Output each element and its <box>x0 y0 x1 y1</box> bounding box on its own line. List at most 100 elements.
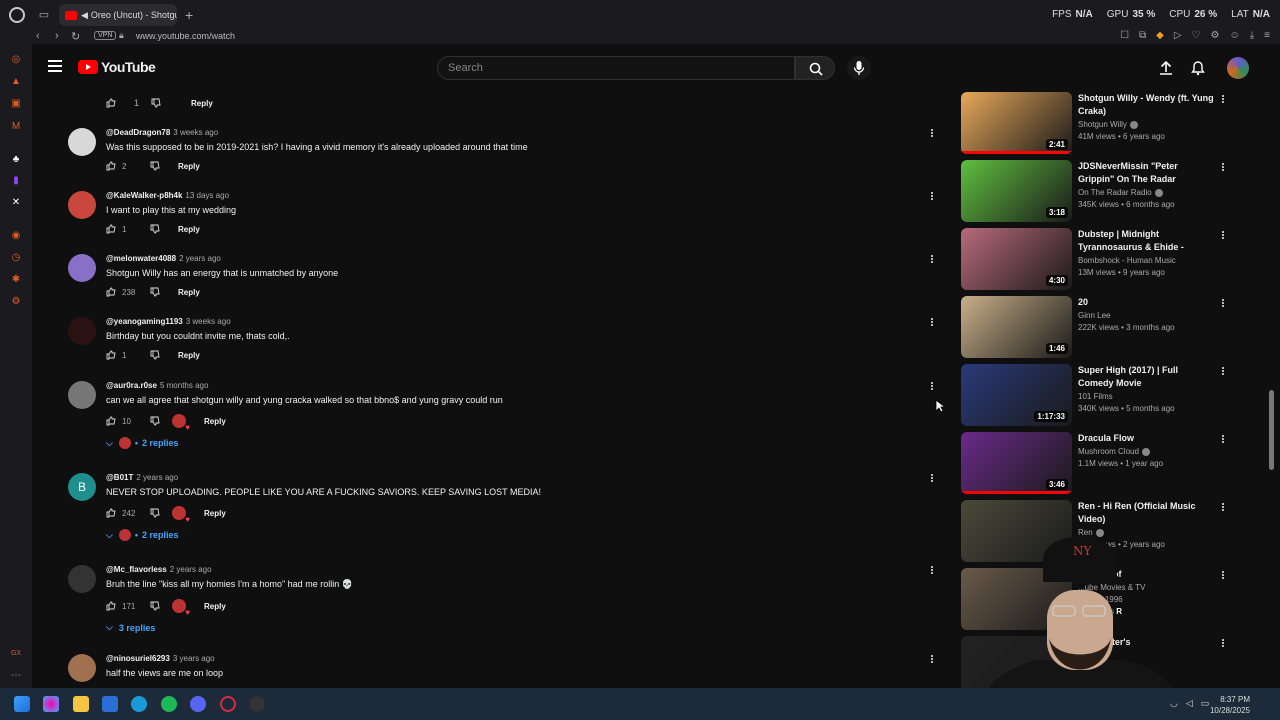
comment-author[interactable]: @KaleWalker-p8h4k <box>106 191 182 200</box>
new-tab-button[interactable]: + <box>185 7 193 23</box>
video-title[interactable]: JDSNeverMissin "Peter Grippin" On The Ra… <box>1078 160 1216 186</box>
channel-name[interactable]: Mushroom Cloud <box>1078 447 1139 456</box>
battery-icon[interactable]: ▭ <box>1201 698 1210 709</box>
video-more-icon[interactable] <box>1221 638 1225 650</box>
video-title[interactable]: Dubstep | Midnight Tyrannosaurus & Ehide… <box>1078 228 1216 254</box>
sidebar-history-icon[interactable]: ◷ <box>10 252 22 264</box>
sidebar-messenger-icon[interactable]: M <box>10 121 22 133</box>
thumbs-down-icon[interactable] <box>150 508 160 518</box>
sidebar-player-icon[interactable]: ◉ <box>10 230 22 242</box>
discord-icon[interactable] <box>190 696 206 712</box>
reply-button[interactable]: Reply <box>178 288 200 297</box>
comment-time[interactable]: 2 years ago <box>170 565 212 574</box>
tab-workspaces-icon[interactable]: ▭ <box>37 8 51 22</box>
thumbs-up-icon[interactable] <box>106 161 116 171</box>
commenter-avatar[interactable]: B <box>68 473 96 501</box>
comment-time[interactable]: 2 years ago <box>136 473 178 482</box>
download-icon[interactable]: ⤓ <box>1250 30 1254 41</box>
reply-button[interactable]: Reply <box>178 162 200 171</box>
browser-tab-active[interactable]: ◀ Oreo (Uncut) - Shotgu <box>59 4 177 26</box>
sidebar-gx-icon[interactable]: GX <box>10 648 22 660</box>
reply-button[interactable]: Reply <box>191 99 213 108</box>
commenter-avatar[interactable] <box>68 191 96 219</box>
reply-button[interactable]: Reply <box>178 351 200 360</box>
video-thumbnail[interactable]: 3:46 <box>961 432 1072 494</box>
commenter-avatar[interactable] <box>68 254 96 282</box>
recommended-video[interactable]: 3:46 Dracula Flow Mushroom Cloud 1.1M vi… <box>960 432 1240 496</box>
comment-more-icon[interactable] <box>930 381 934 393</box>
recommended-video[interactable]: 3:18 JDSNeverMissin "Peter Grippin" On T… <box>960 160 1240 224</box>
recommended-video[interactable]: 1:17:33 Super High (2017) | Full Comedy … <box>960 364 1240 428</box>
bookmark-icon[interactable]: ☐ <box>1120 30 1129 41</box>
channel-name[interactable]: Shotgun Willy <box>1078 120 1127 129</box>
adblock-icon[interactable]: ◆ <box>1156 30 1164 41</box>
video-more-icon[interactable] <box>1221 230 1225 242</box>
video-title[interactable]: Shotgun Willy - Wendy (ft. Yung Craka) <box>1078 92 1216 118</box>
sidebar-games-icon[interactable]: ▣ <box>10 98 22 110</box>
video-more-icon[interactable] <box>1221 298 1225 310</box>
video-more-icon[interactable] <box>1221 502 1225 514</box>
sidebar-settings-icon[interactable]: ⚙ <box>10 296 22 308</box>
sidebar-twitch-icon[interactable]: ▮ <box>10 175 22 187</box>
commenter-avatar[interactable] <box>68 317 96 345</box>
forward-icon[interactable]: › <box>55 30 59 42</box>
commenter-avatar[interactable] <box>68 565 96 593</box>
thumbs-down-icon[interactable] <box>150 601 160 611</box>
comment-time[interactable]: 3 weeks ago <box>186 317 231 326</box>
thumbs-down-icon[interactable] <box>151 98 161 108</box>
channel-name[interactable]: Ginn Lee <box>1078 311 1110 320</box>
channel-name[interactable]: On The Radar Radio <box>1078 188 1152 197</box>
view-replies-button[interactable]: ⌵ 3 replies <box>106 622 906 633</box>
sidebar-more-icon[interactable]: ⋯ <box>10 670 22 682</box>
comment-time[interactable]: 3 years ago <box>173 654 215 663</box>
sidebar-aria-icon[interactable]: ◎ <box>10 54 22 66</box>
voice-search-button[interactable] <box>847 56 871 80</box>
commenter-avatar[interactable] <box>68 381 96 409</box>
opera-gx-icon[interactable] <box>220 696 236 712</box>
search-button[interactable] <box>795 56 835 80</box>
search-input[interactable]: Search <box>437 56 795 80</box>
account-avatar[interactable] <box>1227 57 1249 79</box>
video-title[interactable]: Dracula Flow <box>1078 432 1216 445</box>
view-replies-button[interactable]: ⌵ • 2 replies <box>106 529 906 541</box>
speaker-icon[interactable]: ◀ <box>81 10 88 21</box>
thumbs-up-icon[interactable] <box>106 416 116 426</box>
thumbs-down-icon[interactable] <box>150 287 160 297</box>
commenter-avatar[interactable] <box>68 128 96 156</box>
comment-author[interactable]: @aur0ra.r0se <box>106 381 157 390</box>
wifi-icon[interactable]: ◡ <box>1170 698 1178 709</box>
heart-icon[interactable]: ♡ <box>1192 30 1201 41</box>
clock[interactable]: 8:37 PM 10/28/2025 <box>1210 694 1250 716</box>
file-explorer-icon[interactable] <box>73 696 89 712</box>
thumbs-up-icon[interactable] <box>106 508 116 518</box>
upload-icon[interactable] <box>1158 60 1174 76</box>
video-more-icon[interactable] <box>1221 434 1225 446</box>
comment-author[interactable]: @melonwater4088 <box>106 254 176 263</box>
gear-icon[interactable]: ⚙ <box>1211 30 1220 41</box>
thumbs-up-icon[interactable] <box>106 350 116 360</box>
comment-more-icon[interactable] <box>930 654 934 666</box>
back-icon[interactable]: ‹ <box>36 30 40 42</box>
sidebar-discord-icon[interactable]: ♣ <box>10 154 22 166</box>
video-thumbnail[interactable]: 2:41 <box>961 92 1072 154</box>
thumbs-up-icon[interactable] <box>106 98 116 108</box>
lock-icon[interactable]: 🔒︎ <box>119 30 124 41</box>
comment-more-icon[interactable] <box>930 191 934 203</box>
comment-author[interactable]: @Mc_flavorless <box>106 565 167 574</box>
video-more-icon[interactable] <box>1221 366 1225 378</box>
url-field[interactable]: www.youtube.com/watch <box>136 31 235 41</box>
start-icon[interactable] <box>14 696 30 712</box>
video-title[interactable]: 20 <box>1078 296 1216 309</box>
video-more-icon[interactable] <box>1221 570 1225 582</box>
thumbs-down-icon[interactable] <box>150 224 160 234</box>
comment-time[interactable]: 13 days ago <box>185 191 229 200</box>
sidebar-extensions-icon[interactable]: ✱ <box>10 274 22 286</box>
edge-icon[interactable] <box>131 696 147 712</box>
comment-more-icon[interactable] <box>930 128 934 140</box>
channel-name[interactable]: 101 Films <box>1078 392 1113 401</box>
store-icon[interactable] <box>102 696 118 712</box>
video-thumbnail[interactable]: 4:30 <box>961 228 1072 290</box>
recommended-video[interactable]: 4:30 Dubstep | Midnight Tyrannosaurus & … <box>960 228 1240 292</box>
youtube-logo[interactable]: YouTube <box>78 59 156 75</box>
comment-more-icon[interactable] <box>930 473 934 485</box>
